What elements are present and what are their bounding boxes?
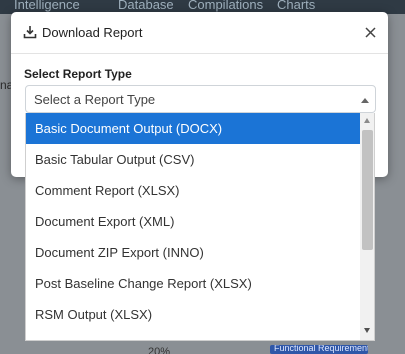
- option-document-export[interactable]: Document Export (XML): [26, 206, 360, 237]
- option-basic-document-output[interactable]: Basic Document Output (DOCX): [26, 113, 360, 144]
- report-type-select[interactable]: Select a Report Type: [25, 85, 376, 113]
- option-post-baseline-change-report[interactable]: Post Baseline Change Report (XLSX): [26, 268, 360, 299]
- nav-item-compilations: Compilations: [188, 0, 264, 12]
- report-type-select-value: Select a Report Type: [34, 92, 156, 107]
- scroll-thumb[interactable]: [362, 130, 373, 250]
- dropdown-scrollbar[interactable]: [360, 113, 374, 340]
- report-type-label: Select Report Type: [24, 67, 132, 81]
- option-comment-report[interactable]: Comment Report (XLSX): [26, 175, 360, 206]
- option-rtm-output[interactable]: RTM Output (XLSX): [26, 330, 360, 340]
- background-percent: 20%: [148, 346, 171, 354]
- scroll-down-arrow-icon[interactable]: [364, 328, 370, 333]
- close-icon: [364, 27, 376, 38]
- modal-title: Download Report: [42, 25, 143, 40]
- option-document-zip-export[interactable]: Document ZIP Export (INNO): [26, 237, 360, 268]
- report-type-dropdown: Basic Document Output (DOCX) Basic Tabul…: [25, 113, 375, 341]
- nav-item-intelligence: Intelligence: [14, 0, 80, 12]
- requirement-badge: Functional Requirement: [270, 345, 368, 354]
- close-button[interactable]: [360, 23, 380, 43]
- option-basic-tabular-output[interactable]: Basic Tabular Output (CSV): [26, 144, 360, 175]
- nav-item-charts: Charts: [277, 0, 316, 12]
- scroll-up-arrow-icon[interactable]: [364, 118, 370, 123]
- modal-header: Download Report: [11, 12, 388, 54]
- caret-up-icon: [361, 98, 369, 103]
- requirement-badge-label: Functional Requirement: [274, 345, 368, 353]
- nav-item-database: Database: [118, 0, 174, 12]
- option-rsm-output[interactable]: RSM Output (XLSX): [26, 299, 360, 330]
- download-icon: [23, 26, 37, 39]
